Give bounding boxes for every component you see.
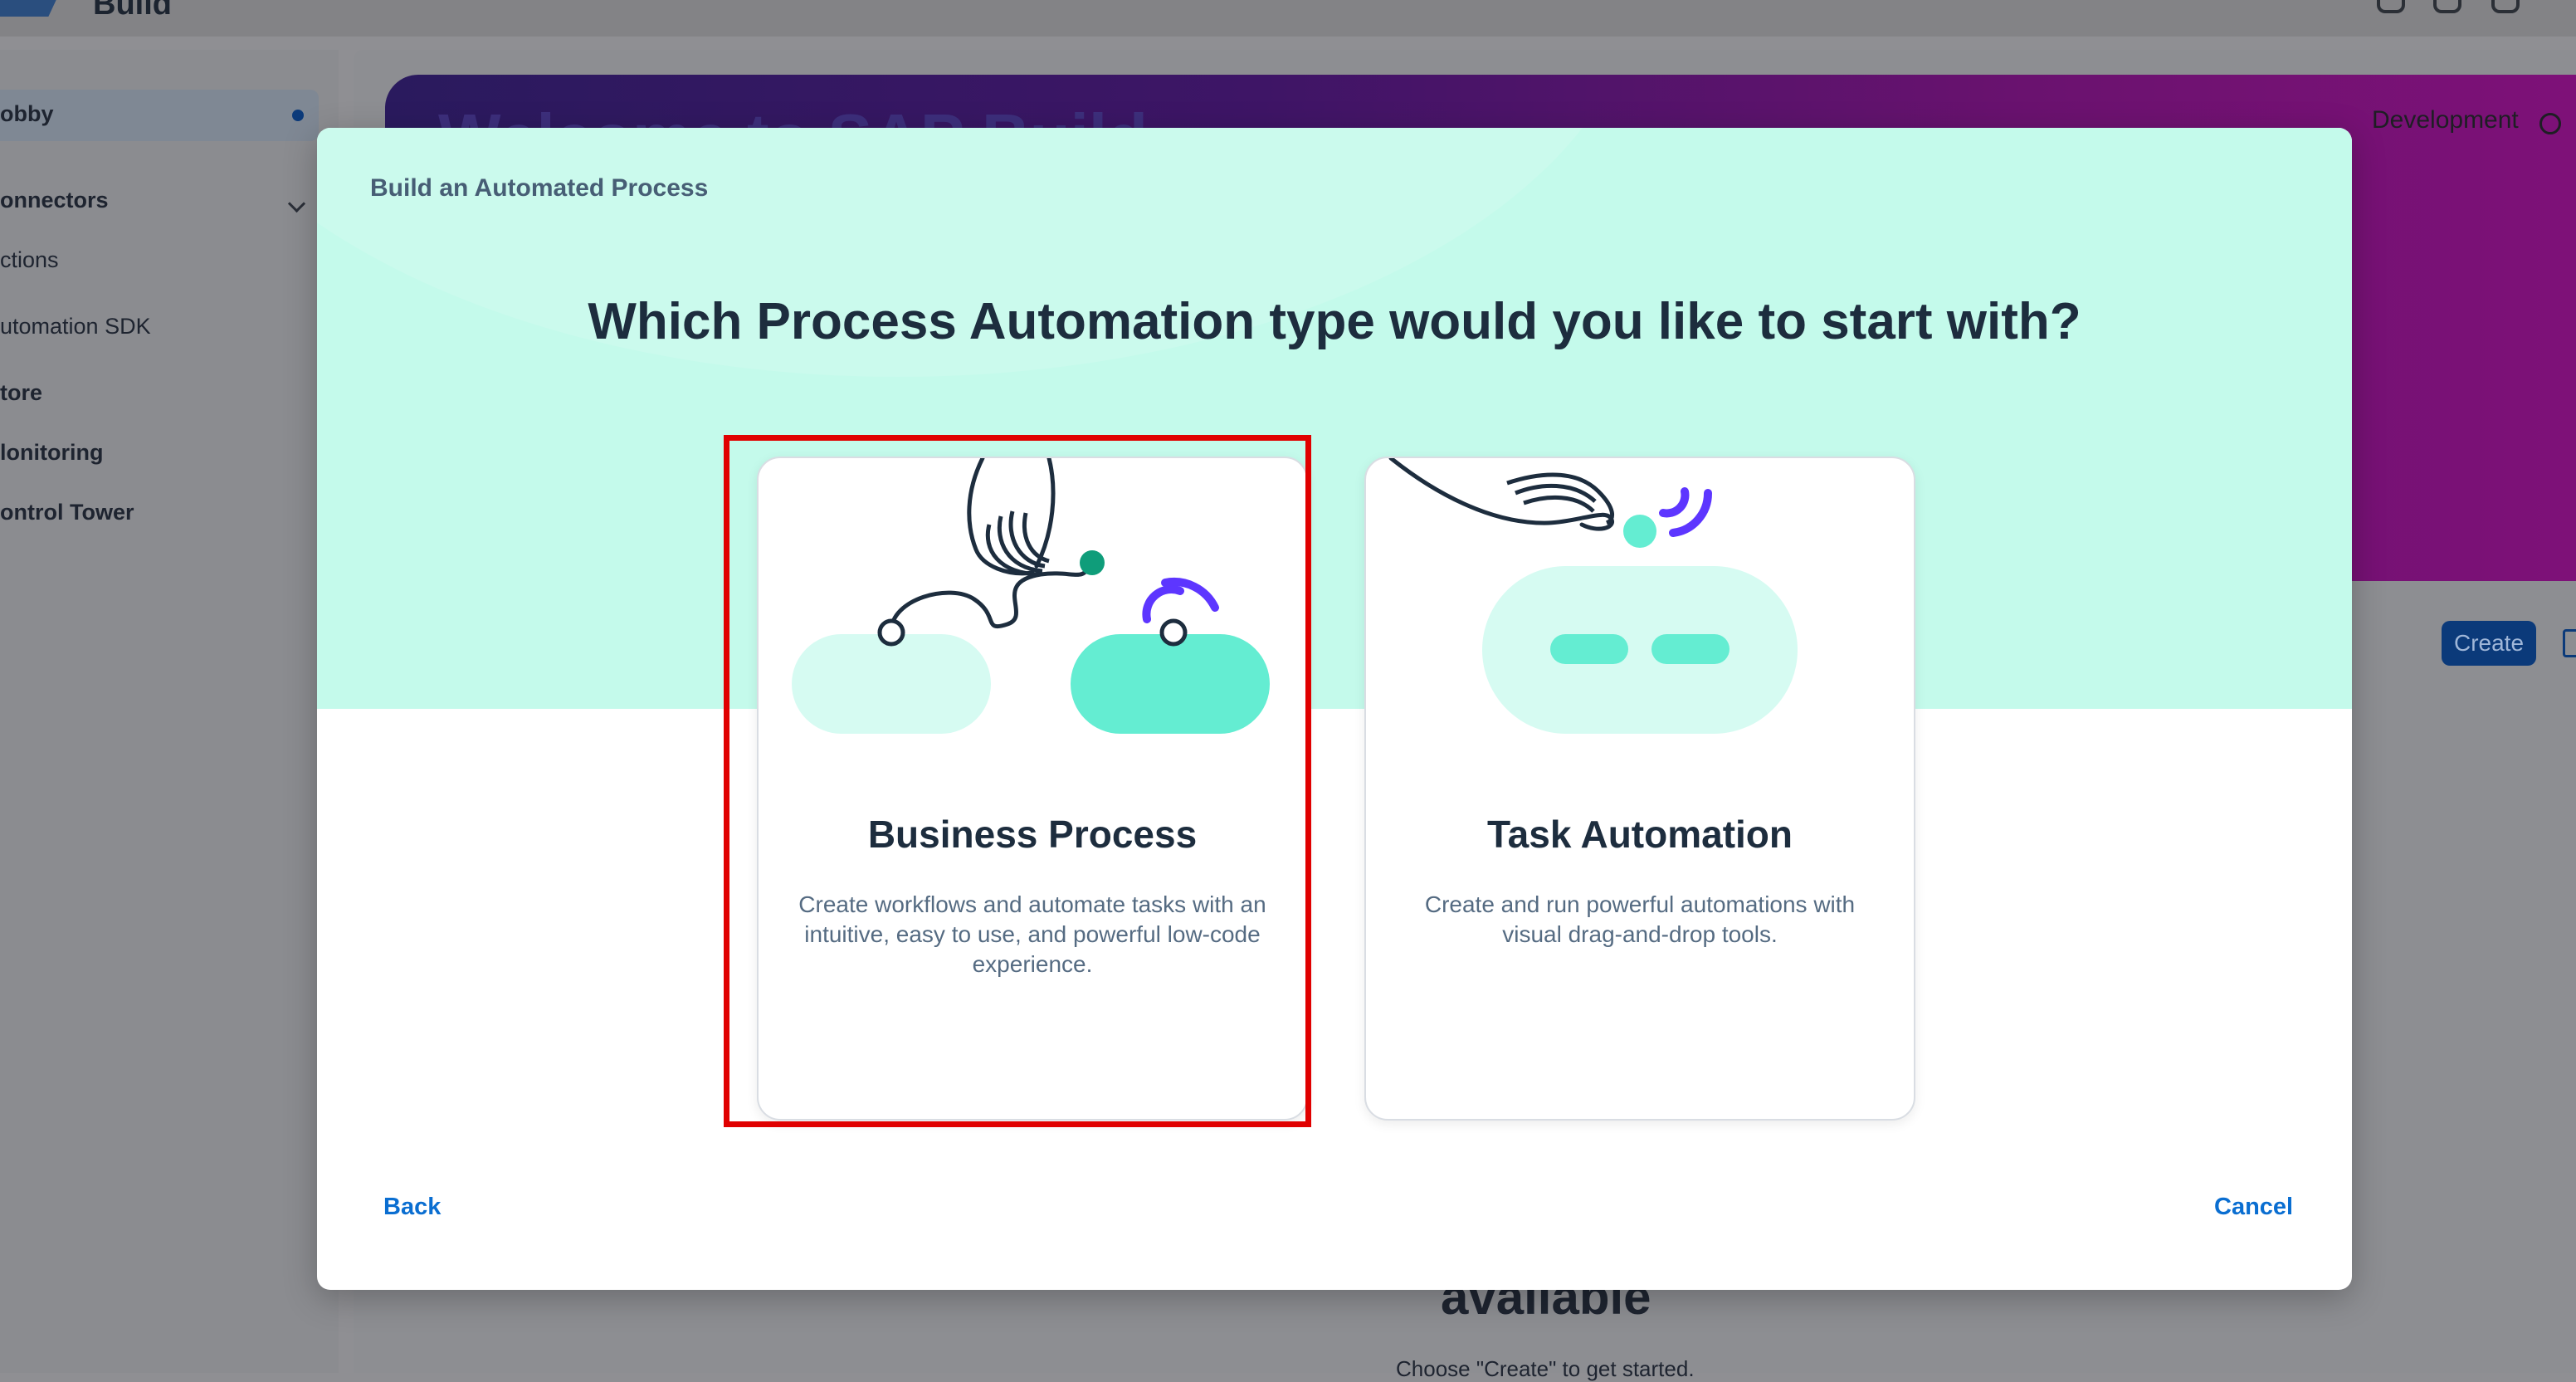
sidebar-item-connectors[interactable]: onnectors [0, 188, 109, 213]
task-automation-description: Create and run powerful automations with… [1424, 891, 1856, 947]
business-process-illustration [792, 458, 1270, 734]
dialog-hero [317, 128, 2352, 709]
empty-state-subtitle: Choose "Create" to get started. [1396, 1356, 1695, 1381]
help-icon[interactable] [2491, 0, 2520, 13]
sidebar: obby onnectors ctions utomation SDK tore… [0, 50, 339, 1373]
dialog-question: Which Process Automation type would you … [588, 293, 2081, 350]
business-process-card[interactable]: Business Process Create workflows and au… [757, 457, 1308, 1121]
task-automation-card[interactable]: Task Automation Create and run powerful … [1364, 457, 1915, 1121]
business-process-description: Create workflows and automate tasks with… [798, 891, 1266, 977]
environment-label: Development [2372, 106, 2519, 134]
sidebar-item-monitoring[interactable]: lonitoring [0, 440, 103, 466]
back-button[interactable]: Back [383, 1194, 441, 1221]
selected-indicator [292, 110, 304, 121]
sidebar-item-label: obby [0, 101, 54, 126]
chat-icon[interactable] [2377, 0, 2405, 13]
task-automation-title: Task Automation [1486, 813, 1793, 856]
automated-process-dialog: Build an Automated Process Which Process… [317, 128, 2352, 1290]
shell-bar: Build [0, 0, 2576, 37]
sap-logo[interactable] [0, 0, 68, 17]
chevron-down-icon[interactable] [287, 194, 306, 213]
sidebar-item-automation-sdk[interactable]: utomation SDK [0, 314, 151, 339]
sidebar-item-lobby[interactable]: obby [0, 90, 319, 141]
business-process-title: Business Process [867, 813, 1198, 856]
info-icon[interactable] [2539, 113, 2561, 134]
create-button[interactable]: Create [2442, 621, 2536, 666]
sidebar-item-control-tower[interactable]: ontrol Tower [0, 500, 134, 525]
sidebar-item-store[interactable]: tore [0, 380, 42, 406]
edit-icon[interactable] [2563, 629, 2576, 657]
cancel-button[interactable]: Cancel [2214, 1194, 2293, 1221]
app-name: Build [93, 0, 172, 22]
task-automation-illustration [1388, 458, 1798, 734]
dialog-title: Build an Automated Process [370, 174, 709, 202]
notifications-icon[interactable] [2433, 0, 2461, 13]
sidebar-item-actions[interactable]: ctions [0, 247, 59, 273]
